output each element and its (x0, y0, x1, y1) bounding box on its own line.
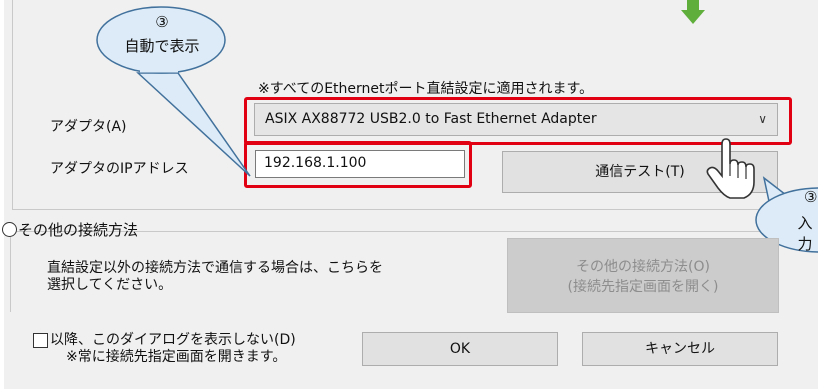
callout-right-number: ③ (804, 188, 818, 206)
down-arrow-icon (681, 0, 705, 24)
ok-button[interactable]: OK (362, 332, 558, 366)
other-method-button[interactable]: その他の接続方法(O) (接続先指定画面を開く) (507, 238, 779, 313)
other-method-label: その他の接続方法 (18, 221, 139, 239)
notice-text: ※すべてのEthernetポート直結設定に適用されます。 (258, 81, 594, 97)
dont-show-note: ※常に接続先指定画面を開きます。 (66, 349, 287, 365)
callout-text: 自動で表示 (124, 37, 200, 55)
cancel-button[interactable]: キャンセル (582, 332, 778, 366)
other-method-button-line2: (接続先指定画面を開く) (567, 279, 719, 295)
callout-right-text: 入 力 (797, 214, 813, 253)
dont-show-checkbox[interactable] (33, 333, 48, 348)
other-method-radio[interactable] (2, 222, 17, 237)
other-method-button-line1: その他の接続方法(O) (576, 259, 710, 275)
other-method-description-2: 選択してください。 (47, 277, 173, 293)
callout-number: ③ (155, 13, 169, 31)
